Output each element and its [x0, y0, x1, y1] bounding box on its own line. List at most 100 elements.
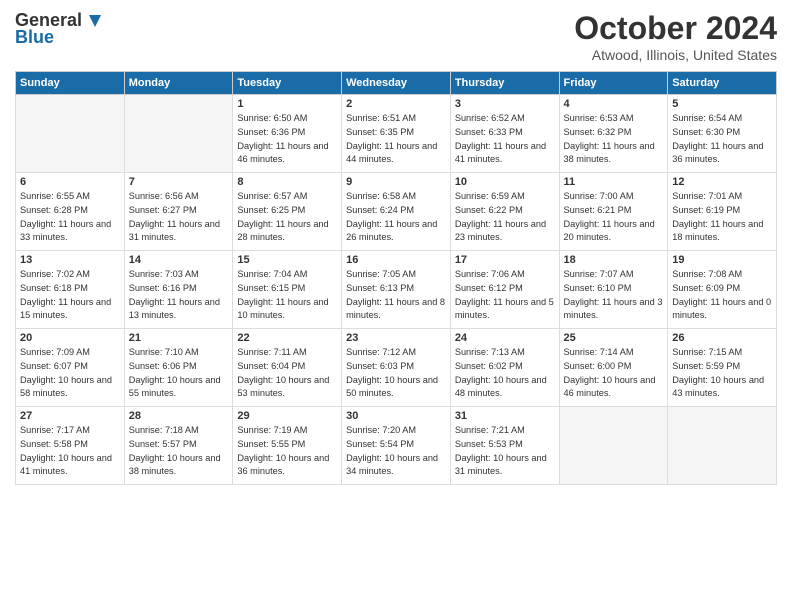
sunrise: Sunrise: 7:07 AM — [564, 269, 634, 279]
calendar-cell: 1Sunrise: 6:50 AMSunset: 6:36 PMDaylight… — [233, 95, 342, 173]
daylight: Daylight: 11 hours and 20 minutes. — [564, 219, 655, 243]
day-number: 19 — [672, 254, 772, 266]
week-row-4: 20 Sunrise: 7:09 AM Sunset: 6:07 PM Dayligh… — [16, 329, 777, 407]
day-info: Sunrise: 6:56 AMSunset: 6:27 PMDaylight:… — [129, 190, 229, 245]
daylight: Daylight: 11 hours and 28 minutes. — [237, 219, 328, 243]
day-info: Sunrise: 7:11 AMSunset: 6:04 PMDaylight:… — [237, 346, 337, 401]
sunset: Sunset: 6:07 PM — [20, 361, 88, 371]
calendar-cell — [559, 407, 668, 485]
sunset: Sunset: 6:02 PM — [455, 361, 523, 371]
day-number: 12 — [672, 176, 772, 188]
day-number: 10 — [455, 176, 555, 188]
day-info: Sunrise: 6:55 AMSunset: 6:28 PMDaylight:… — [20, 190, 120, 245]
sunset: Sunset: 6:12 PM — [455, 283, 523, 293]
calendar-cell: 19 Sunrise: 7:08 AMSunset: 6:09 PMDayligh… — [668, 251, 777, 329]
calendar-cell: 9Sunrise: 6:58 AMSunset: 6:24 PMDaylight… — [342, 173, 451, 251]
header: General Blue October 2024 Atwood, Illino… — [15, 10, 777, 63]
sunset: Sunset: 6:03 PM — [346, 361, 414, 371]
sunset: Sunset: 5:53 PM — [455, 439, 523, 449]
day-number: 29 — [237, 410, 337, 422]
day-info: Sunrise: 7:17 AMSunset: 5:58 PMDaylight:… — [20, 424, 120, 479]
daylight: Daylight: 10 hours and 58 minutes. — [20, 375, 112, 399]
day-info: Sunrise: 7:07 AMSunset: 6:10 PMDaylight:… — [564, 268, 664, 323]
day-info: Sunrise: 7:18 AMSunset: 5:57 PMDaylight:… — [129, 424, 229, 479]
day-number: 5 — [672, 98, 772, 110]
daylight: Daylight: 10 hours and 41 minutes. — [20, 453, 112, 477]
day-info: Sunrise: 6:50 AMSunset: 6:36 PMDaylight:… — [237, 112, 337, 167]
logo-blue-text: Blue — [15, 27, 54, 48]
daylight: Daylight: 10 hours and 36 minutes. — [237, 453, 329, 477]
sunrise: Sunrise: 7:19 AM — [237, 425, 307, 435]
day-header-saturday: Saturday — [668, 72, 777, 95]
calendar-table: SundayMondayTuesdayWednesdayThursdayFrid… — [15, 71, 777, 485]
day-number: 23 — [346, 332, 446, 344]
daylight: Daylight: 10 hours and 53 minutes. — [237, 375, 329, 399]
sunset: Sunset: 6:24 PM — [346, 205, 414, 215]
sunset: Sunset: 6:06 PM — [129, 361, 197, 371]
calendar-cell: 3Sunrise: 6:52 AMSunset: 6:33 PMDaylight… — [450, 95, 559, 173]
calendar-cell: 14Sunrise: 7:03 AMSunset: 6:16 PMDayligh… — [124, 251, 233, 329]
day-number: 31 — [455, 410, 555, 422]
day-info: Sunrise: 7:05 AMSunset: 6:13 PMDaylight:… — [346, 268, 446, 323]
header-row: SundayMondayTuesdayWednesdayThursdayFrid… — [16, 72, 777, 95]
day-number: 25 — [564, 332, 664, 344]
calendar-cell: 26Sunrise: 7:15 AMSunset: 5:59 PMDayligh… — [668, 329, 777, 407]
day-info: Sunrise: 7:13 AMSunset: 6:02 PMDaylight:… — [455, 346, 555, 401]
day-number: 15 — [237, 254, 337, 266]
daylight: Daylight: 10 hours and 31 minutes. — [455, 453, 547, 477]
title-section: October 2024 Atwood, Illinois, United St… — [574, 10, 777, 63]
day-info: Sunrise: 6:53 AMSunset: 6:32 PMDaylight:… — [564, 112, 664, 167]
sunrise: Sunrise: 7:13 AM — [455, 347, 525, 357]
calendar-cell: 2Sunrise: 6:51 AMSunset: 6:35 PMDaylight… — [342, 95, 451, 173]
calendar-cell: 4Sunrise: 6:53 AMSunset: 6:32 PMDaylight… — [559, 95, 668, 173]
calendar-cell — [16, 95, 125, 173]
sunrise: Sunrise: 7:15 AM — [672, 347, 742, 357]
sunrise: Sunrise: 7:10 AM — [129, 347, 199, 357]
daylight: Daylight: 11 hours and 15 minutes. — [20, 297, 111, 321]
sunrise: Sunrise: 7:04 AM — [237, 269, 307, 279]
logo: General Blue — [15, 10, 102, 48]
sunrise: Sunrise: 6:54 AM — [672, 113, 742, 123]
day-info: Sunrise: 6:54 AMSunset: 6:30 PMDaylight:… — [672, 112, 772, 167]
calendar-cell: 10Sunrise: 6:59 AMSunset: 6:22 PMDayligh… — [450, 173, 559, 251]
sunset: Sunset: 6:09 PM — [672, 283, 740, 293]
day-info: Sunrise: 7:08 AMSunset: 6:09 PMDaylight:… — [672, 268, 772, 323]
calendar-cell: 27Sunrise: 7:17 AMSunset: 5:58 PMDayligh… — [16, 407, 125, 485]
calendar-cell: 25Sunrise: 7:14 AMSunset: 6:00 PMDayligh… — [559, 329, 668, 407]
calendar-cell: 18Sunrise: 7:07 AMSunset: 6:10 PMDayligh… — [559, 251, 668, 329]
day-number: 20 — [20, 332, 120, 344]
day-header-tuesday: Tuesday — [233, 72, 342, 95]
calendar-cell — [124, 95, 233, 173]
calendar-cell: 22Sunrise: 7:11 AMSunset: 6:04 PMDayligh… — [233, 329, 342, 407]
day-info: Sunrise: 7:12 AMSunset: 6:03 PMDaylight:… — [346, 346, 446, 401]
logo-icon — [83, 12, 101, 30]
calendar-cell: 30Sunrise: 7:20 AMSunset: 5:54 PMDayligh… — [342, 407, 451, 485]
week-row-3: 13Sunrise: 7:02 AMSunset: 6:18 PMDayligh… — [16, 251, 777, 329]
daylight: Daylight: 10 hours and 55 minutes. — [129, 375, 221, 399]
day-number: 8 — [237, 176, 337, 188]
day-number: 9 — [346, 176, 446, 188]
calendar-cell: 23 Sunrise: 7:12 AMSunset: 6:03 PMDayligh… — [342, 329, 451, 407]
daylight: Daylight: 11 hours and 36 minutes. — [672, 141, 763, 165]
calendar-cell: 8Sunrise: 6:57 AMSunset: 6:25 PMDaylight… — [233, 173, 342, 251]
day-number: 11 — [564, 176, 664, 188]
daylight: Daylight: 11 hours and 18 minutes. — [672, 219, 763, 243]
week-row-5: 27Sunrise: 7:17 AMSunset: 5:58 PMDayligh… — [16, 407, 777, 485]
daylight: Daylight: 10 hours and 38 minutes. — [129, 453, 221, 477]
sunrise: Sunrise: 6:51 AM — [346, 113, 416, 123]
calendar-cell: 12Sunrise: 7:01 AMSunset: 6:19 PMDayligh… — [668, 173, 777, 251]
day-number: 3 — [455, 98, 555, 110]
day-info: Sunrise: 7:03 AMSunset: 6:16 PMDaylight:… — [129, 268, 229, 323]
sunrise: Sunrise: 7:06 AM — [455, 269, 525, 279]
daylight: Daylight: 11 hours and 31 minutes. — [129, 219, 220, 243]
sunset: Sunset: 6:18 PM — [20, 283, 88, 293]
sunrise: Sunrise: 6:59 AM — [455, 191, 525, 201]
sunrise: Sunrise: 7:02 AM — [20, 269, 90, 279]
month-title: October 2024 — [574, 10, 777, 47]
sunrise: Sunrise: 7:09 AM — [20, 347, 90, 357]
daylight: Daylight: 11 hours and 33 minutes. — [20, 219, 111, 243]
calendar-cell: 28Sunrise: 7:18 AMSunset: 5:57 PMDayligh… — [124, 407, 233, 485]
calendar-cell: 29Sunrise: 7:19 AMSunset: 5:55 PMDayligh… — [233, 407, 342, 485]
calendar-cell: 7Sunrise: 6:56 AMSunset: 6:27 PMDaylight… — [124, 173, 233, 251]
calendar-cell: 16Sunrise: 7:05 AMSunset: 6:13 PMDayligh… — [342, 251, 451, 329]
